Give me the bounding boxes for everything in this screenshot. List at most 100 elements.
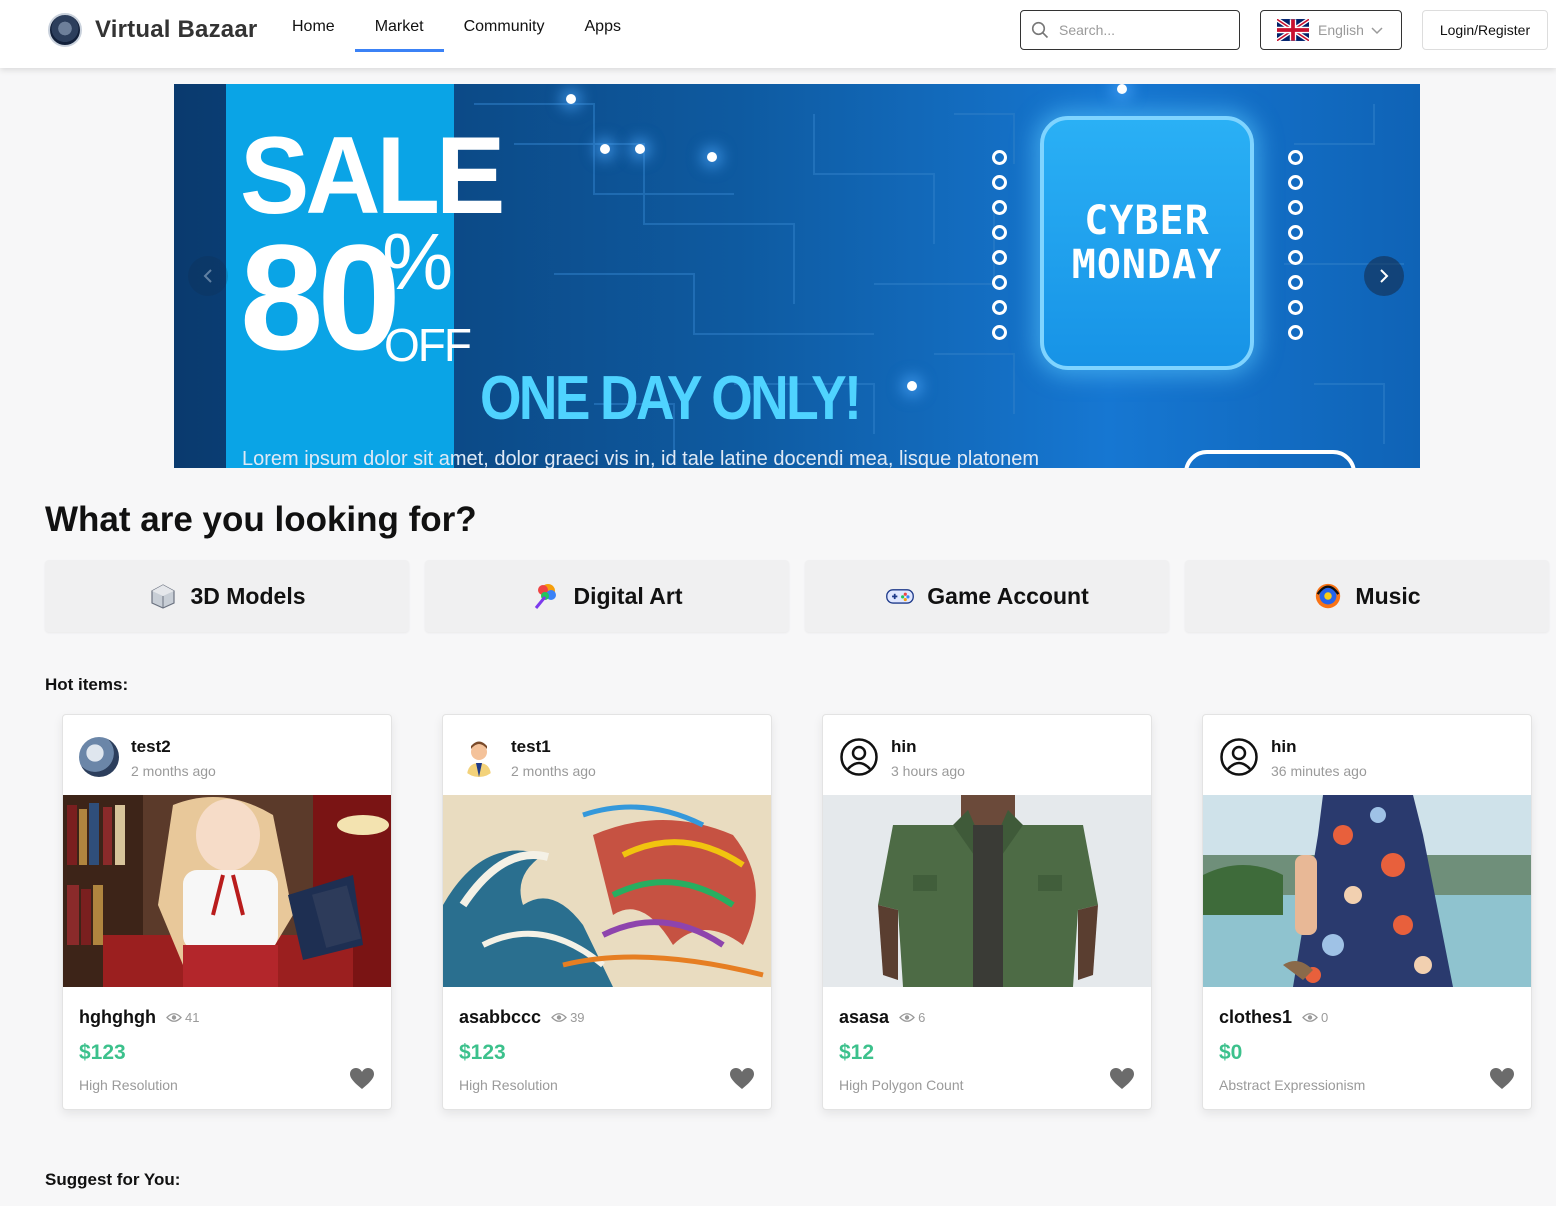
language-selector[interactable]: English — [1260, 10, 1402, 50]
category-3d-models[interactable]: 3D Models — [45, 560, 409, 632]
author-name[interactable]: test1 — [511, 737, 596, 757]
nav-apps[interactable]: Apps — [565, 0, 641, 52]
brand-name: Virtual Bazaar — [95, 16, 258, 43]
nav-home[interactable]: Home — [272, 0, 355, 52]
category-label: Digital Art — [573, 582, 683, 609]
card-author: hin 3 hours ago — [839, 735, 965, 779]
heart-icon[interactable] — [1489, 1067, 1515, 1091]
section-title-suggest: Suggest for You: — [45, 1170, 181, 1189]
author-name[interactable]: test2 — [131, 737, 216, 757]
chip-text-line2: MONDAY — [1071, 242, 1223, 288]
music-icon — [1313, 581, 1343, 611]
view-count-value: 39 — [570, 1010, 585, 1025]
banner-off: OFF — [384, 319, 472, 371]
view-count: 41 — [166, 1010, 199, 1025]
product-card[interactable]: hin 36 minutes ago clothes1 0 $0 Abstrac… — [1202, 714, 1532, 1110]
login-register-button[interactable]: Login/Register — [1422, 10, 1548, 50]
view-count-value: 0 — [1321, 1010, 1329, 1025]
view-count: 6 — [899, 1010, 925, 1025]
product-price: $123 — [459, 1041, 506, 1064]
category-music[interactable]: Music — [1185, 560, 1549, 632]
product-title[interactable]: asabbccc — [459, 1007, 541, 1028]
chevron-left-icon — [203, 269, 212, 283]
buy-now-button[interactable] — [1184, 450, 1356, 468]
banner-percent: 80 — [240, 213, 401, 381]
post-time: 3 hours ago — [891, 763, 965, 779]
product-card[interactable]: test1 2 months ago asabbccc 39 $123 High… — [442, 714, 772, 1110]
author-name[interactable]: hin — [891, 737, 965, 757]
chevron-right-icon — [1380, 269, 1389, 283]
eye-icon — [1302, 1013, 1318, 1022]
brand[interactable]: Virtual Bazaar — [48, 13, 257, 47]
view-count: 39 — [551, 1010, 585, 1025]
gamepad-icon — [885, 581, 915, 611]
category-label: Music — [1355, 582, 1421, 609]
glow-dot — [707, 152, 717, 162]
language-label: English — [1318, 22, 1364, 38]
product-title[interactable]: asasa — [839, 1007, 889, 1028]
uk-flag-icon — [1277, 19, 1309, 41]
glow-dot — [1117, 84, 1127, 94]
author-name[interactable]: hin — [1271, 737, 1367, 757]
product-card[interactable]: test2 2 months ago hghghgh 41 $123 High … — [62, 714, 392, 1110]
category-label: 3D Models — [190, 582, 306, 609]
heart-icon[interactable] — [729, 1067, 755, 1091]
product-title[interactable]: hghghgh — [79, 1007, 156, 1028]
heart-icon[interactable] — [1109, 1067, 1135, 1091]
eye-icon — [899, 1013, 915, 1022]
businessman-avatar[interactable] — [459, 737, 499, 777]
product-tag: High Resolution — [459, 1077, 558, 1093]
search-input[interactable] — [1059, 22, 1219, 38]
3d-model-icon — [148, 581, 178, 611]
product-tag: High Polygon Count — [839, 1077, 964, 1093]
post-time: 2 months ago — [131, 763, 216, 779]
banner-percent-symbol: % — [382, 217, 454, 306]
card-author: hin 36 minutes ago — [1219, 735, 1367, 779]
product-tag: High Resolution — [79, 1077, 178, 1093]
glow-dot — [566, 94, 576, 104]
banner-one-day: ONE DAY ONLY! — [480, 364, 862, 433]
product-price: $12 — [839, 1041, 875, 1064]
post-time: 36 minutes ago — [1271, 763, 1367, 779]
nav-community[interactable]: Community — [444, 0, 565, 52]
chip-pins-right — [1288, 150, 1303, 340]
chip-text-line1: CYBER — [1084, 198, 1210, 244]
card-author: test1 2 months ago — [459, 735, 596, 779]
product-title[interactable]: clothes1 — [1219, 1007, 1292, 1028]
product-price: $0 — [1219, 1041, 1243, 1064]
eye-icon — [551, 1013, 567, 1022]
product-image[interactable] — [443, 795, 771, 987]
chevron-down-icon — [1371, 27, 1383, 35]
product-image[interactable] — [1203, 795, 1531, 987]
product-image[interactable] — [823, 795, 1151, 987]
promo-carousel: SALE 80 % OFF ONE DAY ONLY! Lorem ipsum … — [174, 84, 1420, 468]
hot-items-list: test2 2 months ago hghghgh 41 $123 High … — [62, 714, 1532, 1110]
product-card[interactable]: hin 3 hours ago asasa 6 $12 High Polygon… — [822, 714, 1152, 1110]
heart-icon[interactable] — [349, 1067, 375, 1091]
user-outline-avatar[interactable] — [839, 737, 879, 777]
glow-dot — [907, 381, 917, 391]
nav-market[interactable]: Market — [354, 0, 444, 52]
glow-dot — [635, 144, 645, 154]
view-count: 0 — [1302, 1010, 1328, 1025]
anime-avatar[interactable] — [79, 737, 119, 777]
carousel-next-button[interactable] — [1364, 256, 1404, 296]
main-nav: Home Market Community Apps — [272, 0, 641, 68]
top-navbar: Virtual Bazaar Home Market Community App… — [0, 0, 1556, 68]
digital-art-icon — [531, 581, 561, 611]
product-tag: Abstract Expressionism — [1219, 1077, 1366, 1093]
category-digital-art[interactable]: Digital Art — [425, 560, 789, 632]
category-label: Game Account — [927, 582, 1089, 609]
carousel-prev-button[interactable] — [188, 256, 228, 296]
banner-lorem: Lorem ipsum dolor sit amet, dolor graeci… — [242, 448, 1040, 468]
search-box[interactable] — [1020, 10, 1240, 50]
chip-pins-left — [992, 150, 1007, 340]
category-game-account[interactable]: Game Account — [805, 560, 1169, 632]
view-count-value: 41 — [184, 1010, 200, 1025]
section-title-looking: What are you looking for? — [45, 500, 477, 539]
glow-dot — [600, 144, 610, 154]
category-list: 3D Models Digital Art Game Account Music — [45, 560, 1549, 632]
product-image[interactable] — [63, 795, 391, 987]
user-outline-avatar[interactable] — [1219, 737, 1259, 777]
view-count-value: 6 — [918, 1010, 926, 1025]
